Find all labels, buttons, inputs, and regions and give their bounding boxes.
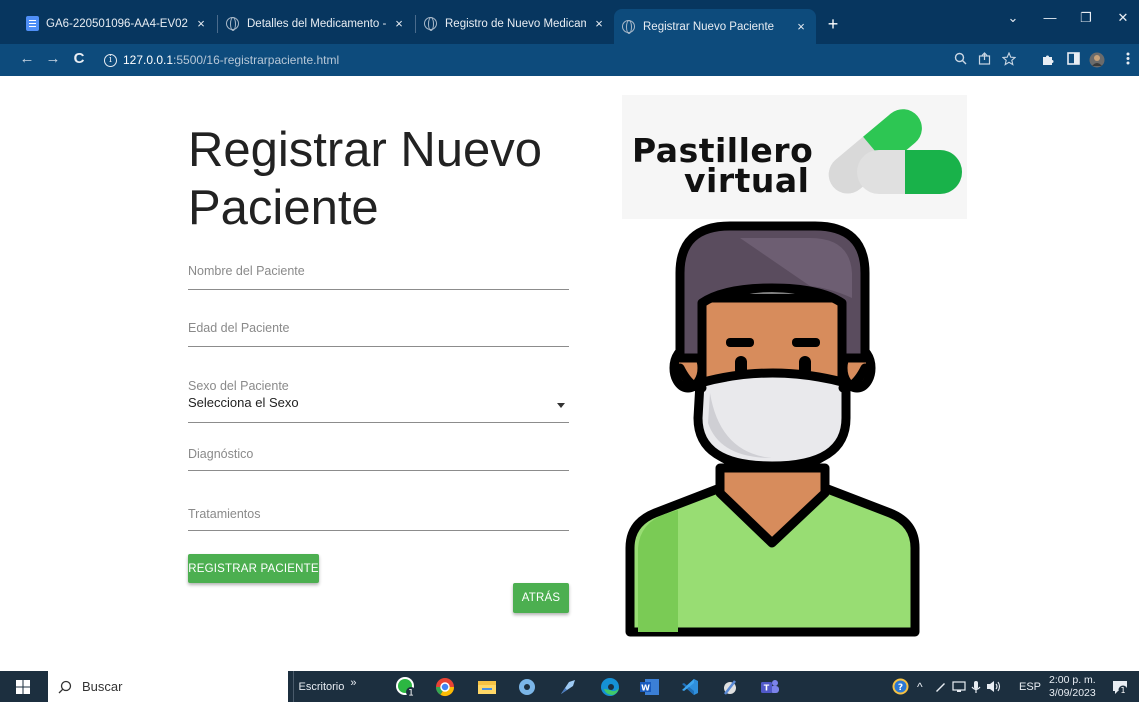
dropdown-caret-icon xyxy=(557,403,565,408)
volume-icon[interactable] xyxy=(986,671,1001,702)
zoom-icon[interactable] xyxy=(952,52,968,68)
tab-detalles-medicamento[interactable]: Detalles del Medicamento - Acet × xyxy=(218,9,414,38)
tab-registro-medicamento[interactable]: Registro de Nuevo Medicamento × xyxy=(416,9,614,38)
side-panel-icon[interactable] xyxy=(1065,52,1081,68)
pen-icon[interactable] xyxy=(934,671,947,702)
edge-app-icon[interactable] xyxy=(597,671,623,702)
vscode-app-icon[interactable] xyxy=(677,671,703,702)
notification-badge: 1 xyxy=(408,688,414,698)
tab-search-dropdown-icon[interactable]: ⌄ xyxy=(1003,10,1023,26)
chevron-icon: » xyxy=(350,676,357,689)
close-tab-icon[interactable]: × xyxy=(194,16,208,31)
taskbar-search-box[interactable]: Buscar xyxy=(48,671,288,702)
desktop-label: Escritorio xyxy=(298,680,345,693)
treatments-label: Tratamientos xyxy=(188,507,261,521)
tab-title: Detalles del Medicamento - Acet xyxy=(247,17,386,30)
desktop-toolbar[interactable]: Escritorio » xyxy=(293,671,361,702)
word-app-icon[interactable]: W xyxy=(637,671,663,702)
search-icon xyxy=(58,680,72,693)
network-icon[interactable] xyxy=(952,671,966,702)
restore-button[interactable]: ❐ xyxy=(1076,10,1096,26)
forward-button[interactable]: → xyxy=(43,50,63,67)
docs-icon xyxy=(26,16,39,31)
register-patient-button[interactable]: REGISTRAR PACIENTE xyxy=(188,554,319,583)
bookmark-star-icon[interactable] xyxy=(1001,51,1017,69)
svg-text:?: ? xyxy=(898,683,903,693)
file-explorer-icon[interactable] xyxy=(474,671,500,702)
tab-ga6-document[interactable]: GA6-220501096-AA4-EV02 ESTA × xyxy=(18,9,216,38)
url-path: :5500/16-registrarpaciente.html xyxy=(173,53,340,67)
diagnosis-label: Diagnóstico xyxy=(188,447,254,461)
notifications-icon[interactable]: 1 xyxy=(1112,671,1128,702)
search-placeholder: Buscar xyxy=(82,679,123,694)
share-icon[interactable] xyxy=(976,52,992,68)
reload-button[interactable]: C xyxy=(69,50,89,67)
close-tab-icon[interactable]: × xyxy=(794,19,808,34)
svg-text:T: T xyxy=(764,683,770,692)
paint-app-icon[interactable] xyxy=(555,671,581,702)
clock-time: 2:00 p. m. xyxy=(1049,673,1096,686)
notification-count: 1 xyxy=(1120,686,1125,695)
tab-registrar-paciente[interactable]: Registrar Nuevo Paciente × xyxy=(614,9,816,44)
globe-icon xyxy=(424,17,437,31)
patient-age-field[interactable]: Edad del Paciente xyxy=(188,321,569,347)
patient-age-label: Edad del Paciente xyxy=(188,321,290,335)
svg-text:W: W xyxy=(641,683,650,692)
back-button-page[interactable]: ATRÁS xyxy=(513,583,569,613)
back-button[interactable]: ← xyxy=(17,50,37,67)
chrome-app-icon[interactable] xyxy=(432,671,458,702)
patient-sex-value: Selecciona el Sexo xyxy=(188,395,299,410)
help-icon[interactable]: ? xyxy=(892,671,909,702)
snipping-tool-icon[interactable] xyxy=(717,671,743,702)
patient-name-label: Nombre del Paciente xyxy=(188,264,305,278)
patient-sex-select[interactable]: Sexo del Paciente Selecciona el Sexo xyxy=(188,379,569,423)
extensions-icon[interactable] xyxy=(1040,52,1056,69)
globe-icon xyxy=(622,20,635,34)
browser-toolbar: ← → C i 127.0.0.1:5500/16-registrarpacie… xyxy=(0,44,1139,76)
settings-app-icon[interactable] xyxy=(514,671,540,702)
minimize-button[interactable]: — xyxy=(1040,10,1060,25)
profile-avatar[interactable] xyxy=(1089,52,1105,71)
globe-icon xyxy=(226,17,239,31)
page-title: Registrar Nuevo Paciente xyxy=(188,123,543,235)
url-host: 127.0.0.1 xyxy=(123,53,174,67)
patient-illustration xyxy=(625,221,920,637)
tray-chevron-up-icon[interactable]: ^ xyxy=(917,671,923,702)
clock[interactable]: 2:00 p. m. 3/09/2023 xyxy=(1049,671,1096,702)
microphone-icon[interactable] xyxy=(971,671,981,702)
language-indicator[interactable]: ESP xyxy=(1019,671,1041,702)
patient-sex-label: Sexo del Paciente xyxy=(188,379,289,393)
close-window-button[interactable]: ✕ xyxy=(1113,10,1133,26)
teams-app-icon[interactable]: T xyxy=(757,671,783,702)
clock-date: 3/09/2023 xyxy=(1049,686,1096,699)
tab-title: Registrar Nuevo Paciente xyxy=(643,20,775,33)
new-tab-button[interactable]: + xyxy=(822,14,844,35)
tab-title: Registro de Nuevo Medicamento xyxy=(445,17,586,30)
browser-tab-bar: GA6-220501096-AA4-EV02 ESTA × Detalles d… xyxy=(0,0,1139,44)
windows-start-icon[interactable] xyxy=(14,671,32,702)
patient-name-field[interactable]: Nombre del Paciente xyxy=(188,264,569,290)
diagnosis-field[interactable]: Diagnóstico xyxy=(188,447,569,471)
pastillero-virtual-logo: Pastillero virtual xyxy=(622,95,967,219)
tab-title: GA6-220501096-AA4-EV02 ESTA xyxy=(46,17,188,30)
browser-menu-icon[interactable] xyxy=(1120,52,1136,68)
close-tab-icon[interactable]: × xyxy=(592,16,606,31)
logo-word-line2: virtual xyxy=(684,161,810,200)
whatsapp-app-icon[interactable]: 1 xyxy=(393,671,419,702)
close-tab-icon[interactable]: × xyxy=(392,16,406,31)
windows-taskbar: Buscar Escritorio » 1 W T ? ^ ESP 2:00 p… xyxy=(0,671,1139,702)
treatments-field[interactable]: Tratamientos xyxy=(188,507,569,531)
site-info-icon[interactable]: i xyxy=(104,53,117,67)
